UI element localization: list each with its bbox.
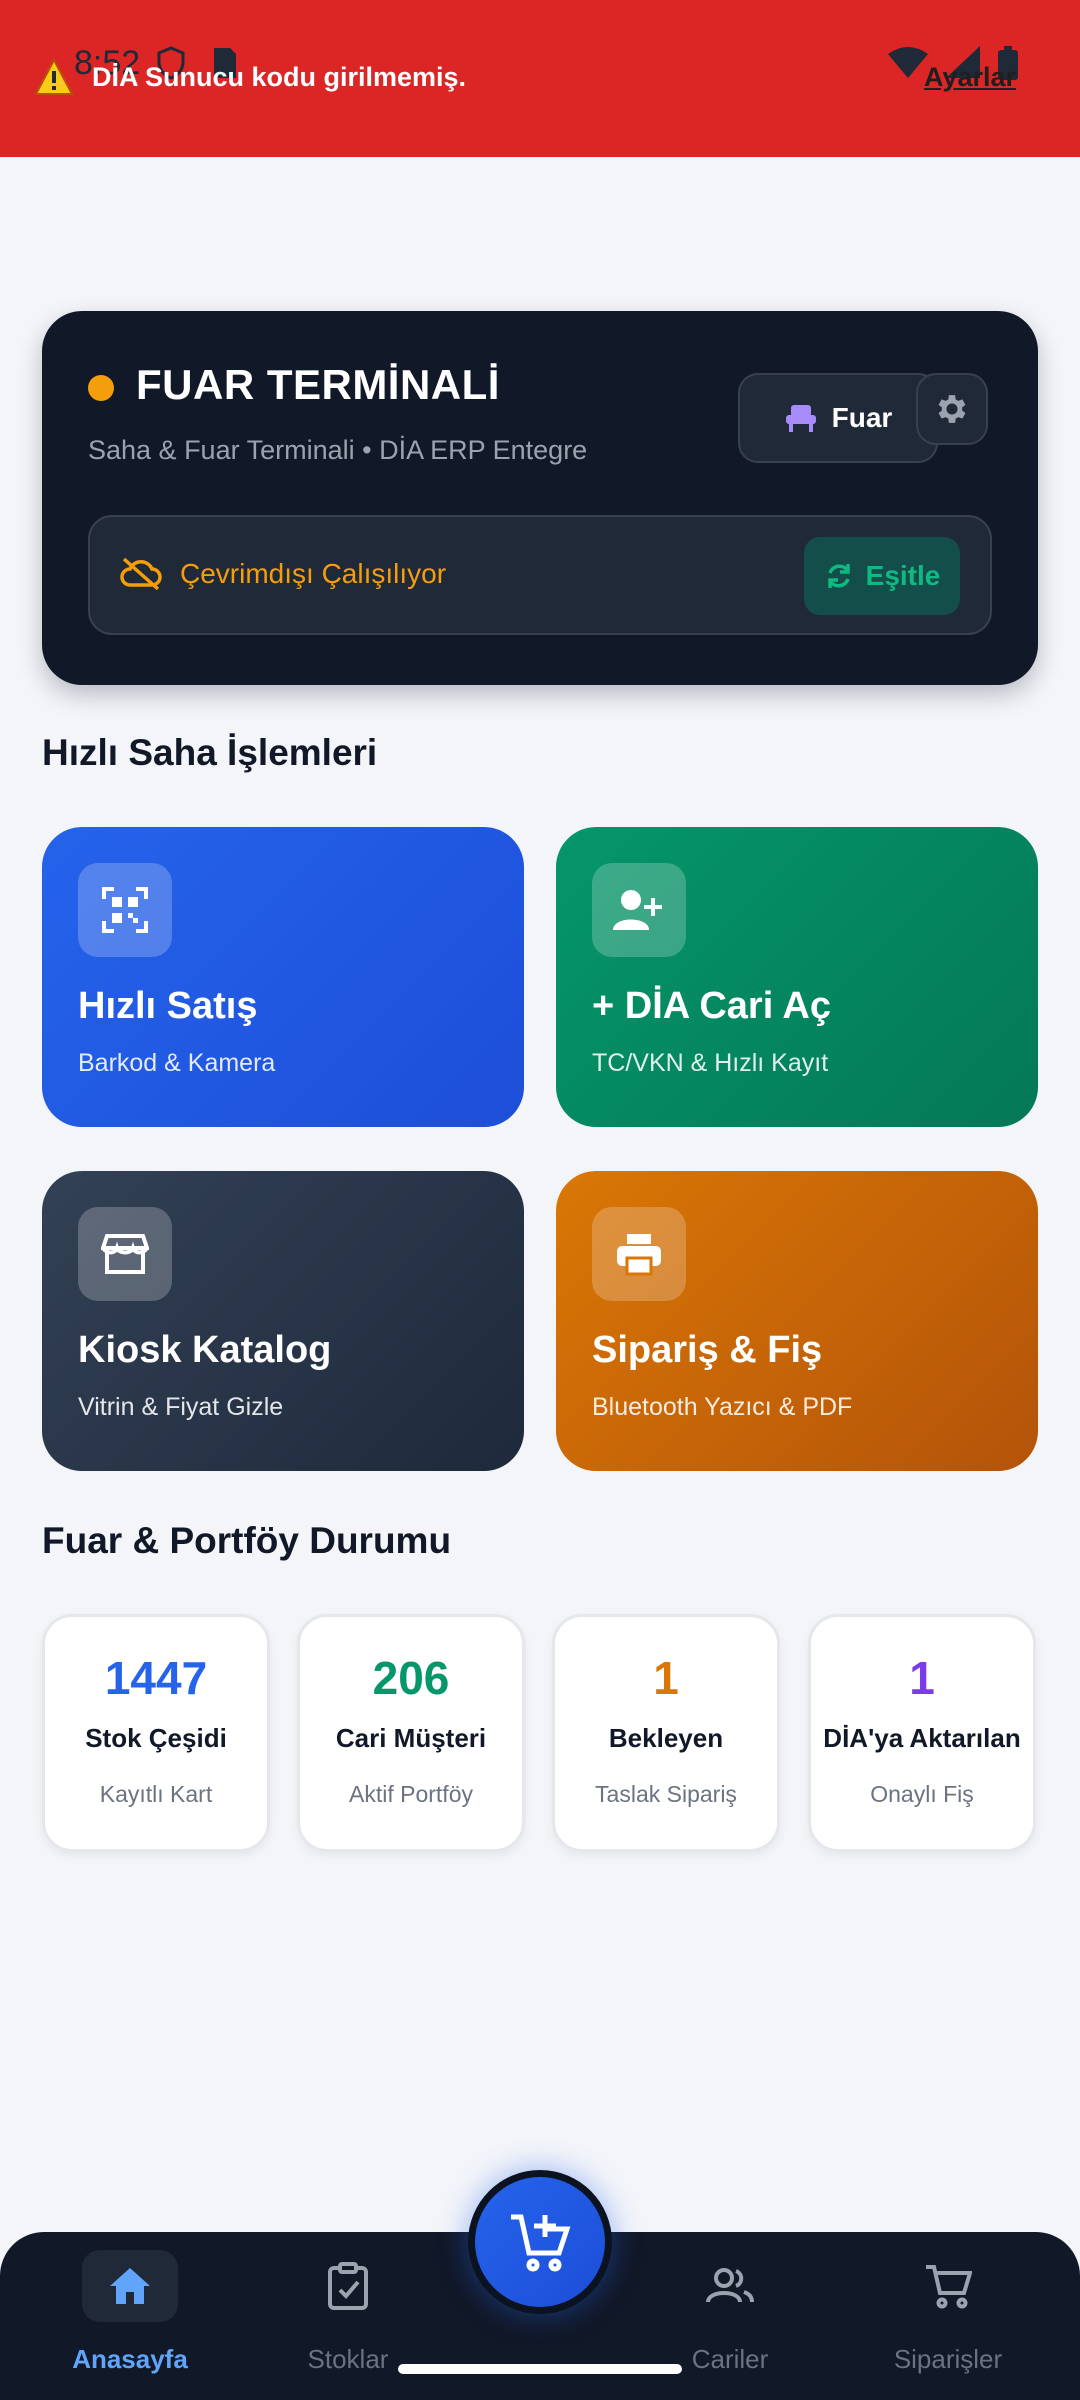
sync-status-bar: Çevrimdışı Çalışılıyor Eşitle (88, 515, 992, 635)
stat-label: DİA'ya Aktarılan (823, 1723, 1021, 1753)
portfolio-title: Fuar & Portföy Durumu (42, 1520, 452, 1561)
warning-message: DİA Sunucu kodu girilmemiş. (34, 58, 466, 96)
nav-label: Siparişler (893, 2344, 1003, 2374)
tile-title: Sipariş & Fiş (592, 1329, 823, 1371)
stat-label: Stok Çeşidi (85, 1723, 227, 1753)
fair-mode-label: Fuar (831, 402, 893, 433)
sync-icon (827, 564, 850, 588)
stat-subtitle: Kayıtlı Kart (99, 1781, 213, 1807)
stat-card-customers[interactable]: 206 Cari Müşteri Aktif Portföy (297, 1614, 525, 1852)
tile-subtitle: Barkod & Kamera (78, 1049, 276, 1077)
stat-card-pending[interactable]: 1 Bekleyen Taslak Sipariş (552, 1614, 780, 1852)
offline-status: Çevrimdışı Çalışılıyor (120, 557, 446, 591)
new-sale-fab[interactable] (468, 2170, 612, 2314)
cloud-off-icon (120, 557, 162, 591)
page-subtitle: Saha & Fuar Terminali • DİA ERP Entegre (88, 435, 588, 465)
quick-actions-title: Hızlı Saha İşlemleri (42, 732, 378, 773)
stat-subtitle: Aktif Portföy (349, 1781, 473, 1807)
settings-button[interactable] (916, 373, 988, 445)
stat-value: 1 (653, 1652, 679, 1704)
tile-subtitle: TC/VKN & Hızlı Kayıt (592, 1049, 829, 1077)
kiosk-catalog-tile[interactable]: Kiosk Katalog Vitrin & Fiyat Gizle (42, 1171, 524, 1471)
armchair-icon (785, 405, 816, 432)
sync-button-label: Eşitle (865, 560, 941, 591)
stat-subtitle: Onaylı Fiş (870, 1781, 974, 1807)
stat-card-stock[interactable]: 1447 Stok Çeşidi Kayıtlı Kart (42, 1614, 270, 1852)
order-receipt-tile[interactable]: Sipariş & Fiş Bluetooth Yazıcı & PDF (556, 1171, 1038, 1471)
offline-text: Çevrimdışı Çalışılıyor (180, 558, 447, 589)
qr-scan-icon (78, 863, 172, 957)
stat-value: 1 (909, 1652, 935, 1704)
add-user-icon (592, 863, 686, 957)
sync-button[interactable]: Eşitle (804, 537, 960, 615)
quick-sale-tile[interactable]: Hızlı Satış Barkod & Kamera (42, 827, 524, 1127)
add-to-cart-icon (511, 2214, 571, 2272)
stat-value: 1447 (104, 1652, 208, 1704)
stat-label: Bekleyen (608, 1723, 724, 1753)
stat-label: Cari Müşteri (335, 1723, 487, 1753)
settings-link[interactable]: Ayarlar (924, 62, 1016, 93)
status-dot (88, 375, 114, 401)
tile-title: + DİA Cari Aç (592, 985, 831, 1027)
stat-subtitle: Taslak Sipariş (595, 1781, 737, 1807)
gear-icon (938, 395, 966, 423)
page-title: FUAR TERMİNALİ (136, 361, 500, 408)
warning-text: DİA Sunucu kodu girilmemiş. (92, 61, 467, 92)
wifi-icon (888, 47, 928, 78)
store-icon (78, 1207, 172, 1301)
warning-icon (34, 58, 74, 95)
terminal-header-card: FUAR TERMİNALİ Saha & Fuar Terminali • D… (42, 311, 1038, 685)
users-icon (682, 2250, 778, 2322)
cart-icon (900, 2250, 996, 2322)
add-customer-tile[interactable]: + DİA Cari Aç TC/VKN & Hızlı Kayıt (556, 827, 1038, 1127)
stat-value: 206 (372, 1652, 450, 1704)
fair-mode-button[interactable]: Fuar (738, 373, 938, 463)
tile-subtitle: Vitrin & Fiyat Gizle (78, 1393, 284, 1421)
tile-subtitle: Bluetooth Yazıcı & PDF (592, 1393, 853, 1421)
clipboard-check-icon (300, 2250, 396, 2322)
printer-icon (592, 1207, 686, 1301)
home-icon (82, 2250, 178, 2322)
tile-title: Hızlı Satış (78, 985, 258, 1027)
stat-card-transferred[interactable]: 1 DİA'ya Aktarılan Onaylı Fiş (808, 1614, 1036, 1852)
home-indicator (398, 2364, 682, 2374)
tile-title: Kiosk Katalog (78, 1329, 332, 1371)
fab-inner (475, 2177, 605, 2307)
warning-banner: 8:52 DİA Sunucu kodu girilmemiş. Ayarlar (0, 0, 1080, 157)
nav-label: Anasayfa (72, 2344, 188, 2374)
